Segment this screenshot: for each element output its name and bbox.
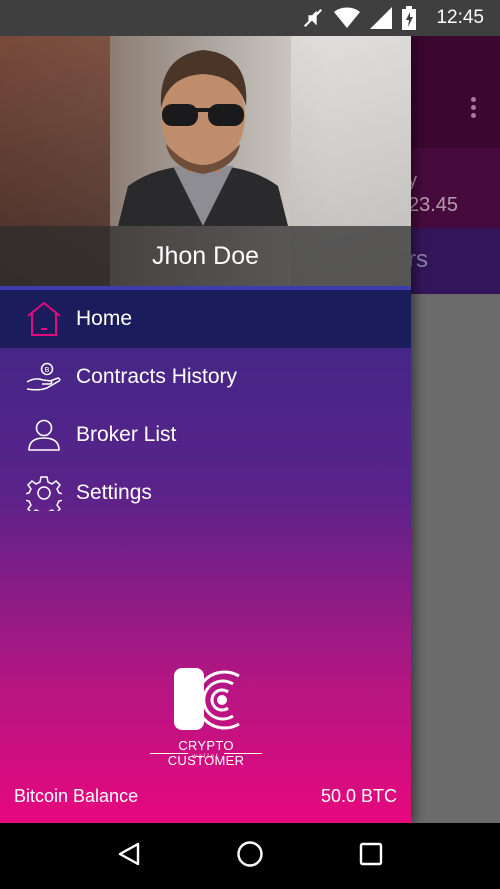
menu-item-label: Contracts History (76, 365, 238, 388)
signal-icon (370, 7, 393, 29)
home-circle-icon[interactable] (236, 840, 264, 873)
back-icon[interactable] (117, 842, 141, 871)
menu-item-contracts-history[interactable]: B Contracts History (0, 348, 411, 406)
menu-item-settings[interactable]: Settings (0, 464, 411, 522)
recents-icon[interactable] (359, 842, 383, 871)
hand-coin-icon: B (24, 357, 64, 397)
user-icon (24, 415, 64, 455)
navigation-drawer: Jhon Doe Home B Contracts History Broker… (0, 36, 411, 823)
svg-text:B: B (45, 366, 50, 374)
drawer-menu: Home B Contracts History Broker List Set… (0, 290, 411, 522)
battery-icon (402, 6, 417, 30)
bitcoin-balance: Bitcoin Balance 50.0 BTC (0, 786, 411, 810)
crypto-customer-logo-icon (174, 668, 240, 730)
mute-icon (302, 7, 324, 29)
overflow-menu-icon[interactable] (471, 94, 476, 121)
status-bar: 12:45 (0, 0, 500, 36)
menu-item-label: Broker List (76, 423, 177, 446)
status-time: 12:45 (436, 7, 484, 28)
user-name: Jhon Doe (0, 226, 411, 286)
tab-label[interactable]: rs (408, 246, 428, 274)
wifi-icon (334, 7, 361, 29)
menu-item-label: Home (76, 307, 133, 330)
gear-icon (24, 473, 64, 513)
drawer-header: Jhon Doe (0, 36, 411, 286)
menu-item-label: Settings (76, 481, 152, 504)
home-icon (24, 299, 64, 339)
menu-item-broker-list[interactable]: Broker List (0, 406, 411, 464)
app-logo: CRYPTO CUSTOMER wallet (142, 664, 270, 768)
info-line2: 23.45 (408, 194, 459, 216)
logo-subtitle: wallet (192, 754, 220, 760)
user-photo (118, 50, 288, 226)
balance-value: 50.0 BTC (320, 786, 397, 806)
menu-item-home[interactable]: Home (0, 290, 411, 348)
balance-label: Bitcoin Balance (14, 786, 139, 806)
system-nav-bar (0, 823, 500, 889)
